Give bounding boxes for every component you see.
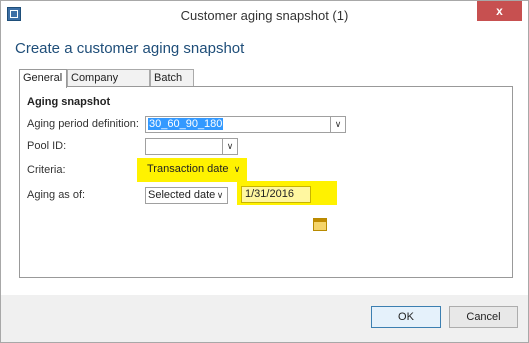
pool-id-dropdown[interactable]: ∨ bbox=[145, 138, 238, 155]
close-button[interactable]: x bbox=[477, 1, 522, 21]
ok-button[interactable]: OK bbox=[371, 306, 441, 328]
aging-period-value: 30_60_90_180 bbox=[148, 118, 224, 130]
aging-as-of-dropdown[interactable]: Selected date ∨ bbox=[145, 187, 228, 204]
window-title: Customer aging snapshot (1) bbox=[180, 8, 349, 23]
chevron-down-icon[interactable]: ∨ bbox=[222, 139, 237, 154]
criteria-label: Criteria: bbox=[27, 164, 66, 176]
tab-company-range[interactable]: Company range bbox=[67, 69, 150, 101]
general-tab-panel: Aging snapshot Aging period definition: … bbox=[19, 86, 513, 278]
title-bar[interactable]: Customer aging snapshot (1) x bbox=[1, 1, 528, 31]
chevron-down-icon[interactable]: ∨ bbox=[230, 162, 244, 177]
date-input[interactable]: 1/31/2016 bbox=[241, 186, 311, 203]
aging-as-of-value: Selected date bbox=[148, 189, 216, 201]
date-value: 1/31/2016 bbox=[245, 188, 294, 200]
dialog-window: Customer aging snapshot (1) x Create a c… bbox=[0, 0, 529, 343]
aging-period-dropdown[interactable]: 30_60_90_180 ∨ bbox=[145, 116, 346, 133]
dialog-content: Create a customer aging snapshot General… bbox=[1, 31, 528, 295]
pool-id-label: Pool ID: bbox=[27, 140, 67, 152]
group-title: Aging snapshot bbox=[27, 96, 111, 108]
calendar-icon[interactable] bbox=[313, 218, 327, 231]
aging-as-of-label: Aging as of: bbox=[27, 189, 86, 201]
cancel-button[interactable]: Cancel bbox=[449, 306, 518, 328]
criteria-dropdown[interactable]: Transaction date ∨ bbox=[144, 162, 244, 179]
page-title: Create a customer aging snapshot bbox=[15, 40, 245, 57]
criteria-value: Transaction date bbox=[147, 163, 229, 175]
aging-period-label: Aging period definition: bbox=[27, 118, 139, 130]
tab-batch[interactable]: Batch bbox=[150, 69, 194, 86]
chevron-down-icon[interactable]: ∨ bbox=[213, 188, 227, 203]
tab-general[interactable]: General bbox=[19, 69, 67, 88]
chevron-down-icon[interactable]: ∨ bbox=[330, 117, 345, 132]
